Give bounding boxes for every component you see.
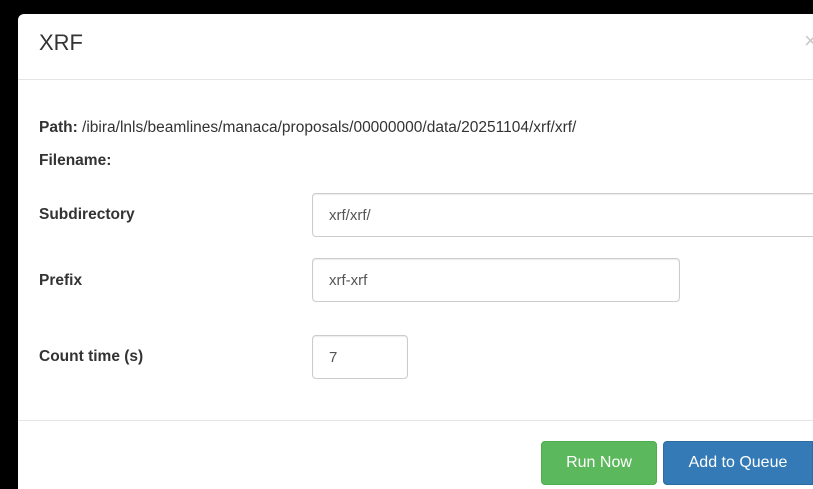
subdirectory-input[interactable] xyxy=(312,193,813,237)
modal-header: XRF × xyxy=(18,14,813,80)
count-time-input[interactable] xyxy=(312,335,408,379)
path-value: /ibira/lnls/beamlines/manaca/proposals/0… xyxy=(77,119,577,136)
modal-footer: Run Now Add to Queue xyxy=(18,420,813,489)
close-icon[interactable]: × xyxy=(804,28,813,54)
run-now-button[interactable]: Run Now xyxy=(541,441,657,485)
filename-info: Filename: xyxy=(39,152,111,170)
modal-title: XRF xyxy=(39,30,83,55)
xrf-modal: XRF × Path: /ibira/lnls/beamlines/manaca… xyxy=(18,14,813,489)
subdirectory-label: Subdirectory xyxy=(39,206,135,223)
path-label: Path: xyxy=(39,119,78,136)
path-info: Path: /ibira/lnls/beamlines/manaca/propo… xyxy=(39,119,576,137)
prefix-label: Prefix xyxy=(39,272,83,289)
add-to-queue-button[interactable]: Add to Queue xyxy=(663,441,813,485)
filename-label: Filename: xyxy=(39,152,112,169)
prefix-input[interactable] xyxy=(312,258,680,302)
count-time-label: Count time (s) xyxy=(39,348,144,365)
